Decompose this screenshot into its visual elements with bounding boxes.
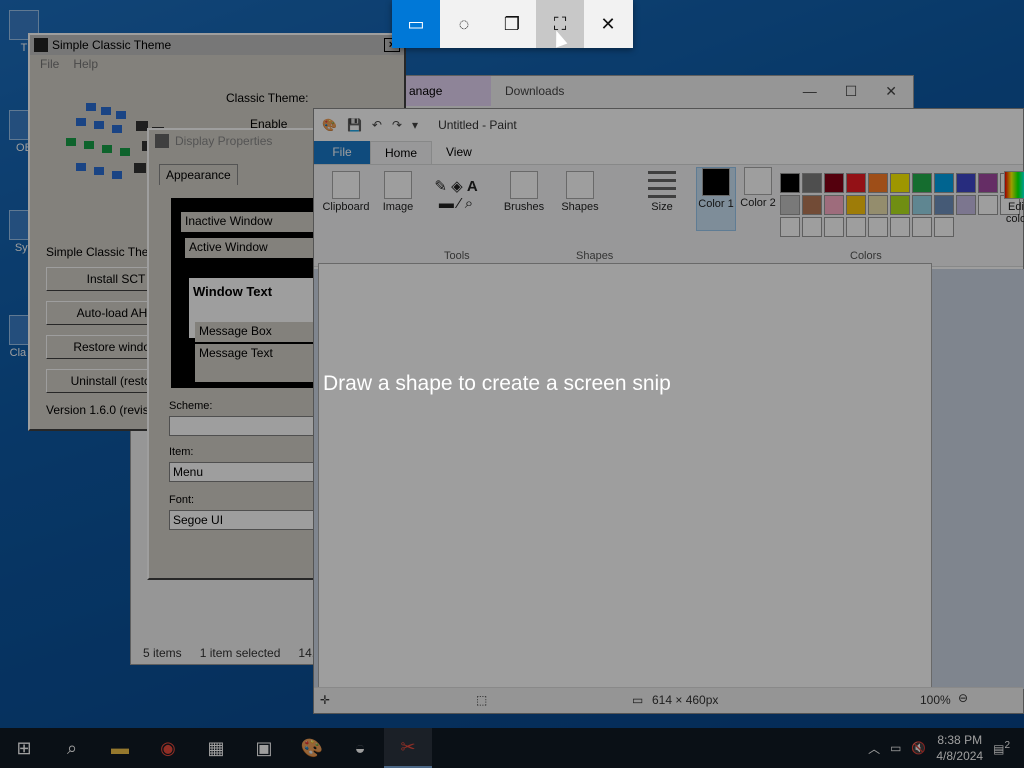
freeform-snip-button[interactable]: ◌ [440, 0, 488, 48]
snip-instruction: Draw a shape to create a screen snip [323, 372, 671, 395]
snip-toolbar: ▭ ◌ ❐ ⛶ ✕ [392, 0, 633, 48]
freeform-snip-icon: ◌ [458, 13, 470, 34]
rectangle-snip-icon: ▭ [407, 13, 425, 34]
close-snip-button[interactable]: ✕ [584, 0, 632, 48]
rectangular-snip-button[interactable]: ▭ [392, 0, 440, 48]
window-snip-button[interactable]: ❐ [488, 0, 536, 48]
window-snip-icon: ❐ [503, 13, 521, 34]
close-icon: ✕ [600, 13, 616, 34]
